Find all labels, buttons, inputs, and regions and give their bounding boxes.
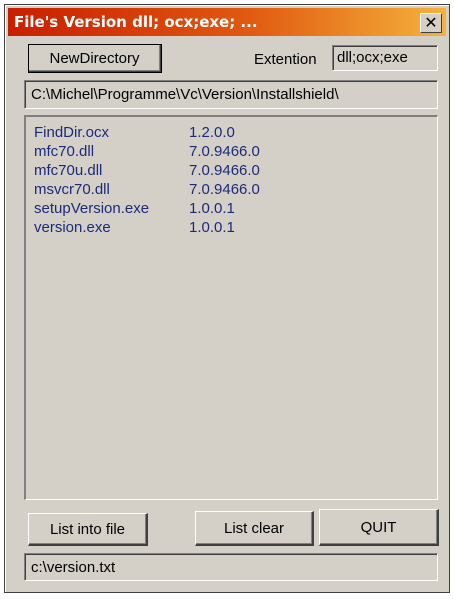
- file-name: mfc70.dll: [34, 143, 95, 160]
- list-into-file-button[interactable]: List into file: [28, 513, 148, 546]
- file-version: 1.0.0.1: [189, 200, 235, 217]
- file-name: setupVersion.exe: [34, 200, 150, 217]
- quit-button[interactable]: QUIT: [319, 509, 439, 546]
- file-name: FindDir.ocx: [34, 124, 110, 141]
- window-title: File's Version dll; ocx;exe; ...: [14, 13, 258, 31]
- extension-label: Extention: [254, 51, 317, 68]
- list-item[interactable]: mfc70u.dll 7.0.9466.0: [34, 161, 437, 180]
- list-item[interactable]: msvcr70.dll 7.0.9466.0: [34, 180, 437, 199]
- list-item[interactable]: version.exe 1.0.0.1: [34, 218, 437, 237]
- file-version-list[interactable]: FindDir.ocx 1.2.0.0 mfc70.dll 7.0.9466.0…: [24, 115, 438, 500]
- title-bar: File's Version dll; ocx;exe; ... ✕: [8, 8, 446, 36]
- file-name: mfc70u.dll: [34, 162, 103, 179]
- list-clear-button[interactable]: List clear: [195, 511, 314, 546]
- file-name: msvcr70.dll: [34, 181, 110, 198]
- file-version: 7.0.9466.0: [189, 143, 260, 160]
- list-item[interactable]: setupVersion.exe 1.0.0.1: [34, 199, 437, 218]
- file-version: 1.2.0.0: [189, 124, 235, 141]
- output-file-field[interactable]: c:\version.txt: [24, 553, 438, 581]
- extension-field[interactable]: dll;ocx;exe: [332, 45, 438, 71]
- file-version: 1.0.0.1: [189, 219, 235, 236]
- file-version: 7.0.9466.0: [189, 181, 260, 198]
- directory-path-field[interactable]: C:\Michel\Programme\Vc\Version\Installsh…: [24, 80, 438, 109]
- list-item[interactable]: FindDir.ocx 1.2.0.0: [34, 123, 437, 142]
- file-name: version.exe: [34, 219, 111, 236]
- list-item[interactable]: mfc70.dll 7.0.9466.0: [34, 142, 437, 161]
- close-button[interactable]: ✕: [420, 13, 442, 33]
- close-icon: ✕: [424, 13, 438, 32]
- new-directory-button[interactable]: NewDirectory: [28, 44, 162, 73]
- file-version: 7.0.9466.0: [189, 162, 260, 179]
